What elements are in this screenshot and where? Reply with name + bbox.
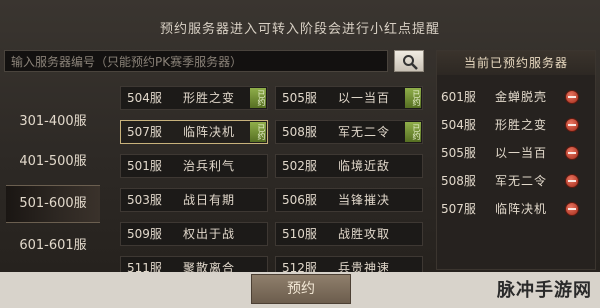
server-number: 505服: [282, 91, 317, 105]
server-number: 503服: [127, 193, 162, 207]
range-tab[interactable]: 601-601服: [6, 228, 100, 264]
reserve-button[interactable]: 预约: [251, 274, 351, 304]
server-number: 601服: [441, 90, 476, 104]
reserved-tag: 已约: [405, 88, 421, 108]
remove-icon[interactable]: [565, 174, 579, 188]
remove-icon[interactable]: [565, 202, 579, 216]
remove-icon[interactable]: [565, 118, 579, 132]
server-number: 510服: [282, 227, 317, 241]
server-name: 当锋摧决: [338, 193, 391, 207]
server-number: 508服: [441, 174, 476, 188]
server-name: 军无二令: [495, 174, 548, 188]
server-name: 治兵利气: [183, 159, 236, 173]
server-cell[interactable]: 510服 战胜攻取: [275, 222, 423, 246]
remove-icon[interactable]: [565, 146, 579, 160]
range-tab[interactable]: 301-400服: [6, 104, 100, 140]
server-cell[interactable]: 508服 军无二令 已约: [275, 120, 423, 144]
server-name: 临阵决机: [495, 202, 548, 216]
search-input[interactable]: 输入服务器编号（只能预约PK赛季服务器）: [4, 50, 388, 72]
reserved-tag: 已约: [250, 122, 266, 142]
server-cell[interactable]: 501服 治兵利气: [120, 154, 268, 178]
server-number: 508服: [282, 125, 317, 139]
server-name: 形胜之变: [495, 118, 548, 132]
server-number: 507服: [127, 125, 162, 139]
reserved-item: 507服 临阵决机: [437, 197, 595, 221]
server-number: 504服: [127, 91, 162, 105]
server-name: 权出于战: [183, 227, 236, 241]
server-cell[interactable]: 506服 当锋摧决: [275, 188, 423, 212]
server-cell[interactable]: 509服 权出于战: [120, 222, 268, 246]
server-cell[interactable]: 502服 临境近敌: [275, 154, 423, 178]
server-number: 504服: [441, 118, 476, 132]
server-number: 509服: [127, 227, 162, 241]
server-name: 以一当百: [495, 146, 548, 160]
server-cell[interactable]: 505服 以一当百 已约: [275, 86, 423, 110]
server-cell-selected[interactable]: 507服 临阵决机 已约: [120, 120, 268, 144]
server-number: 505服: [441, 146, 476, 160]
reserved-item: 505服 以一当百: [437, 141, 595, 165]
server-name: 临境近敌: [338, 159, 391, 173]
site-watermark: 脉冲手游网: [497, 280, 592, 301]
server-name: 战日有期: [183, 193, 236, 207]
reserved-item: 508服 军无二令: [437, 169, 595, 193]
reserved-tag: 已约: [405, 122, 421, 142]
reminder-notice: 预约服务器进入可转入阶段会进行小红点提醒: [159, 22, 440, 37]
server-number: 506服: [282, 193, 317, 207]
search-button[interactable]: [394, 50, 424, 72]
reserved-servers-panel: 当前已预约服务器 601服 金蝉脱壳 504服 形胜之变 505服 以一当百 5…: [436, 50, 596, 270]
server-name: 军无二令: [338, 125, 391, 139]
reserved-tag: 已约: [250, 88, 266, 108]
server-name: 形胜之变: [183, 91, 236, 105]
server-number: 507服: [441, 202, 476, 216]
reserved-item: 504服 形胜之变: [437, 113, 595, 137]
server-name: 战胜攻取: [338, 227, 391, 241]
server-name: 临阵决机: [183, 125, 236, 139]
remove-icon[interactable]: [565, 90, 579, 104]
range-tab[interactable]: 401-500服: [6, 144, 100, 180]
server-name: 金蝉脱壳: [495, 90, 548, 104]
search-icon: [403, 55, 418, 70]
server-cell[interactable]: 503服 战日有期: [120, 188, 268, 212]
server-name: 以一当百: [338, 91, 391, 105]
server-number: 502服: [282, 159, 317, 173]
server-number: 501服: [127, 159, 162, 173]
reserved-title: 当前已预约服务器: [437, 51, 595, 75]
server-cell[interactable]: 504服 形胜之变 已约: [120, 86, 268, 110]
range-tab-active[interactable]: 501-600服: [6, 185, 100, 223]
reserved-item: 601服 金蝉脱壳: [437, 85, 595, 109]
